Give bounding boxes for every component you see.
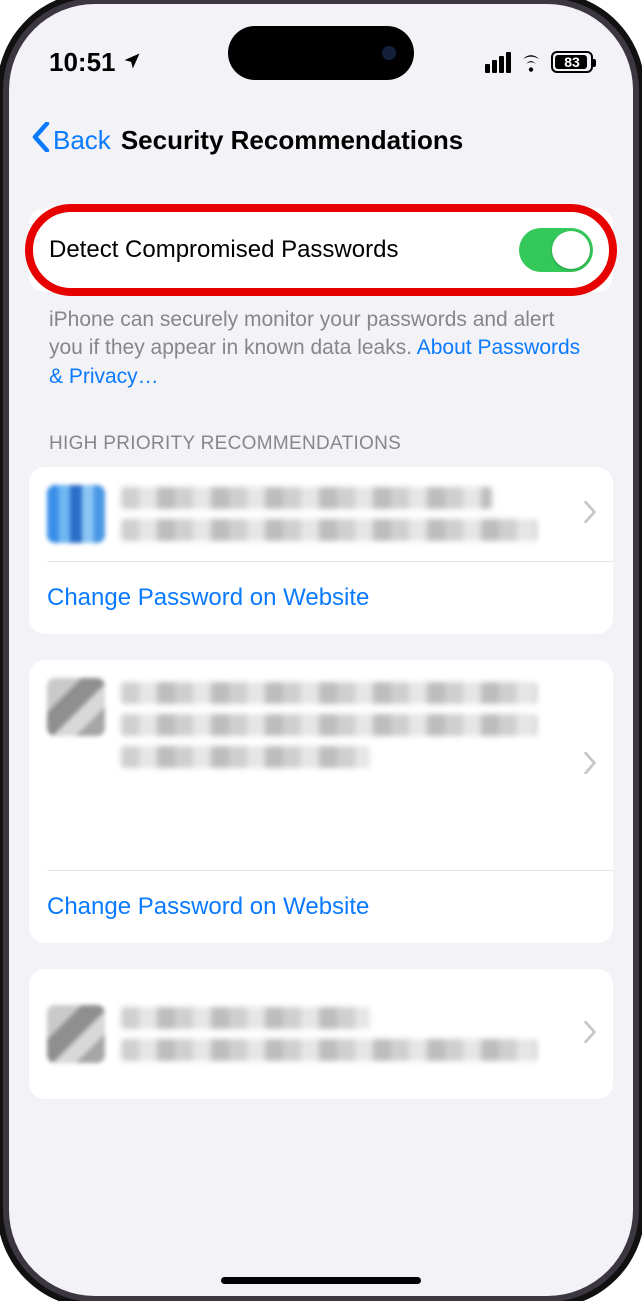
status-bar: 10:51 83: [9, 4, 633, 94]
chevron-right-icon: [573, 501, 597, 528]
recommendation-row[interactable]: [29, 467, 613, 561]
recommendation-card: Change Password on Website: [29, 660, 613, 943]
cellular-icon: [485, 52, 511, 73]
content-area[interactable]: Detect Compromised Passwords iPhone can …: [9, 190, 633, 1296]
back-label: Back: [53, 125, 111, 156]
detect-compromised-switch[interactable]: [519, 228, 593, 272]
redacted-text: [121, 487, 573, 541]
site-icon: [47, 1005, 105, 1063]
recommendation-card: Change Password on Website: [29, 467, 613, 634]
chevron-left-icon: [31, 122, 51, 159]
battery-icon: 83: [551, 51, 593, 73]
section-header-high-priority: HIGH PRIORITY RECOMMENDATIONS: [29, 391, 613, 467]
recommendation-card: [29, 969, 613, 1099]
power-button: [633, 370, 641, 490]
redacted-text: [121, 682, 573, 768]
back-button[interactable]: Back: [31, 122, 111, 159]
footer-description: iPhone can securely monitor your passwor…: [29, 292, 613, 391]
site-icon: [47, 678, 105, 736]
chevron-right-icon: [573, 1021, 597, 1048]
battery-percent: 83: [564, 54, 580, 70]
chevron-right-icon: [573, 752, 597, 779]
redacted-text: [121, 1007, 573, 1061]
site-icon: [47, 485, 105, 543]
status-time: 10:51: [49, 47, 116, 78]
detect-compromised-row[interactable]: Detect Compromised Passwords: [29, 208, 613, 292]
change-password-link[interactable]: Change Password on Website: [29, 871, 613, 943]
location-icon: [122, 47, 142, 78]
wifi-icon: [518, 52, 544, 72]
nav-bar: Back Security Recommendations: [9, 112, 633, 168]
detect-compromised-label: Detect Compromised Passwords: [49, 236, 398, 264]
volume-up-button: [1, 338, 9, 416]
change-password-link[interactable]: Change Password on Website: [29, 562, 613, 634]
recommendation-row[interactable]: [29, 969, 613, 1099]
home-indicator[interactable]: [221, 1277, 421, 1284]
recommendation-row[interactable]: [29, 660, 613, 870]
ringer-switch: [1, 272, 9, 314]
page-title: Security Recommendations: [121, 125, 463, 156]
volume-down-button: [1, 436, 9, 514]
iphone-frame: 10:51 83 Back Se: [9, 4, 633, 1296]
